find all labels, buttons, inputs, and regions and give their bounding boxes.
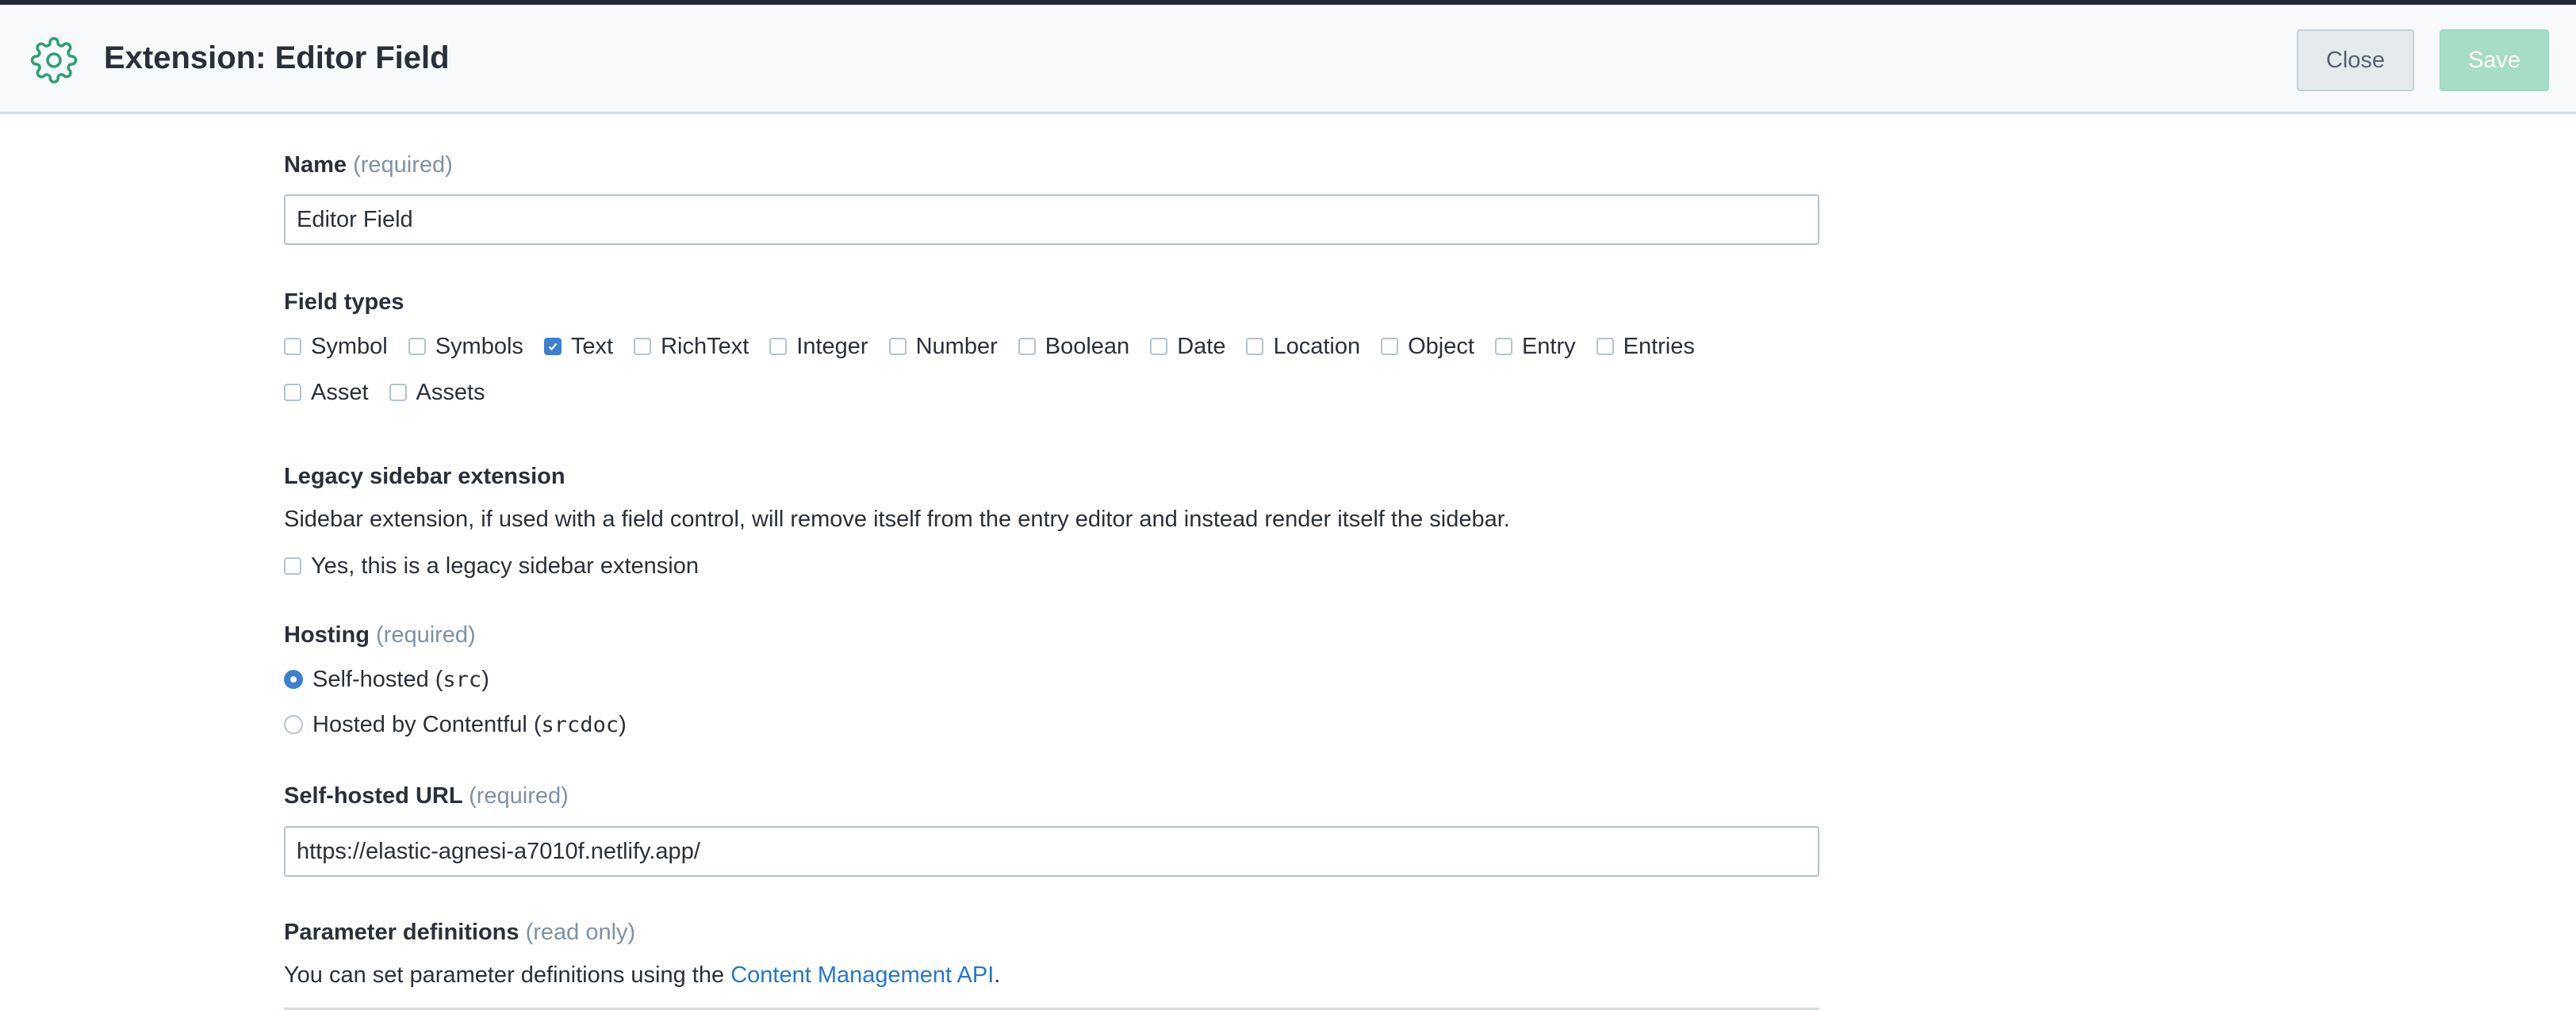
field-type-checkbox-object[interactable]	[1381, 338, 1399, 355]
field-type-option-text[interactable]: Text	[543, 333, 614, 360]
self-hosted-radio-label: Self-hosted (src)	[312, 667, 489, 693]
legacy-sidebar-description: Sidebar extension, if used with a field …	[284, 507, 1510, 532]
hosting-label-text: Hosting	[284, 622, 370, 648]
field-type-checkbox-date[interactable]	[1150, 338, 1168, 355]
parameter-definitions-text: You can set parameter definitions using …	[284, 962, 1000, 989]
field-types-row-1: Symbol Symbols Text RichText Integer Number Bo…	[284, 331, 1715, 362]
field-type-checkbox-richtext[interactable]	[634, 338, 652, 355]
param-text: You can set parameter definitions using …	[284, 962, 725, 988]
field-type-label-asset: Asset	[311, 379, 369, 405]
field-type-option-entries[interactable]: Entries	[1596, 333, 1695, 360]
param-after-link: .	[994, 962, 1001, 988]
field-type-option-date[interactable]: Date	[1150, 334, 1225, 360]
field-type-option-location[interactable]: Location	[1246, 334, 1360, 360]
field-type-option-richtext[interactable]: RichText	[634, 334, 749, 360]
self-hosted-radio[interactable]	[284, 670, 303, 689]
hosted-by-contentful-radio-label: Hosted by Contentful (srcdoc)	[312, 712, 627, 738]
field-type-checkbox-symbol[interactable]	[284, 338, 301, 355]
hosting-label: Hosting (required)	[284, 622, 476, 648]
field-type-checkbox-entries[interactable]	[1596, 338, 1614, 355]
self-hosted-suffix: )	[481, 666, 489, 692]
field-types-row-2: Asset Assets	[284, 377, 506, 408]
field-type-option-symbols[interactable]: Symbols	[408, 334, 523, 360]
field-type-label-entry: Entry	[1521, 333, 1576, 359]
hosting-option-contentful[interactable]: Hosted by Contentful (srcdoc)	[284, 709, 647, 740]
field-type-label-richtext: RichText	[661, 333, 749, 359]
field-type-checkbox-text[interactable]	[543, 338, 562, 355]
field-type-checkbox-entry[interactable]	[1494, 338, 1512, 355]
page-title: Extension: Editor Field	[104, 40, 450, 75]
name-label: Name (required)	[284, 152, 453, 178]
self-hosted-url-input[interactable]	[284, 826, 1819, 877]
hosted-by-contentful-radio[interactable]	[284, 715, 303, 734]
field-type-label-date: Date	[1177, 333, 1226, 359]
param-label-text: Parameter definitions	[284, 920, 519, 945]
field-type-option-integer[interactable]: Integer	[769, 334, 868, 360]
self-hosted-url-label: Self-hosted URL (required)	[284, 783, 569, 809]
legacy-sidebar-checkbox-label: Yes, this is a legacy sidebar extension	[311, 553, 699, 579]
self-hosted-text: Self-hosted (	[312, 666, 443, 692]
field-type-option-assets[interactable]: Assets	[389, 380, 485, 406]
save-button[interactable]: Save	[2440, 29, 2549, 91]
field-types-label: Field types	[284, 289, 404, 315]
close-button[interactable]: Close	[2297, 29, 2414, 91]
hosting-required-hint: (required)	[376, 622, 476, 648]
name-label-text: Name	[284, 152, 347, 178]
field-type-label-text: Text	[570, 333, 614, 359]
name-input[interactable]	[284, 194, 1819, 245]
field-type-option-symbol[interactable]: Symbol	[284, 334, 388, 360]
field-type-checkbox-boolean[interactable]	[1018, 338, 1036, 355]
gear-icon	[30, 36, 78, 84]
field-type-label-entries: Entries	[1623, 333, 1695, 359]
url-required-hint: (required)	[469, 783, 569, 809]
param-readonly-hint: (read only)	[525, 920, 636, 945]
field-type-label-location: Location	[1273, 333, 1361, 359]
field-type-label-symbols: Symbols	[435, 333, 523, 359]
checkmark-icon	[548, 342, 558, 351]
hosting-option-self-hosted[interactable]: Self-hosted (src)	[284, 664, 510, 695]
field-type-option-number[interactable]: Number	[888, 333, 998, 360]
legacy-sidebar-option[interactable]: Yes, this is a legacy sidebar extension	[284, 550, 719, 582]
field-type-option-boolean[interactable]: Boolean	[1018, 334, 1129, 360]
field-type-label-symbol: Symbol	[311, 333, 388, 359]
field-type-checkbox-asset[interactable]	[284, 384, 301, 401]
field-type-option-asset[interactable]: Asset	[284, 380, 369, 406]
field-type-label-integer: Integer	[796, 333, 868, 359]
contentful-suffix: )	[619, 711, 627, 737]
content-management-api-link[interactable]: Content Management API	[730, 962, 994, 988]
url-label-text: Self-hosted URL	[284, 783, 463, 809]
contentful-text: Hosted by Contentful (	[312, 711, 542, 737]
contentful-code: srcdoc	[541, 712, 619, 737]
name-required-hint: (required)	[353, 152, 453, 178]
field-type-checkbox-location[interactable]	[1246, 338, 1264, 355]
legacy-sidebar-checkbox[interactable]	[284, 557, 301, 575]
field-type-checkbox-number[interactable]	[888, 338, 907, 355]
field-type-label-number: Number	[915, 333, 998, 359]
field-type-label-object: Object	[1408, 333, 1474, 359]
field-type-option-entry[interactable]: Entry	[1494, 333, 1576, 360]
field-type-checkbox-assets[interactable]	[389, 384, 407, 401]
legacy-sidebar-label: Legacy sidebar extension	[284, 464, 565, 489]
field-type-checkbox-symbols[interactable]	[408, 338, 426, 355]
self-hosted-code: src	[443, 667, 482, 692]
field-type-label-boolean: Boolean	[1045, 333, 1130, 359]
parameter-definitions-label: Parameter definitions (read only)	[284, 920, 635, 946]
field-type-label-assets: Assets	[416, 379, 485, 405]
field-type-option-object[interactable]: Object	[1381, 334, 1474, 360]
field-type-checkbox-integer[interactable]	[769, 338, 788, 355]
page-header: Extension: Editor Field Close Save	[0, 5, 2576, 114]
